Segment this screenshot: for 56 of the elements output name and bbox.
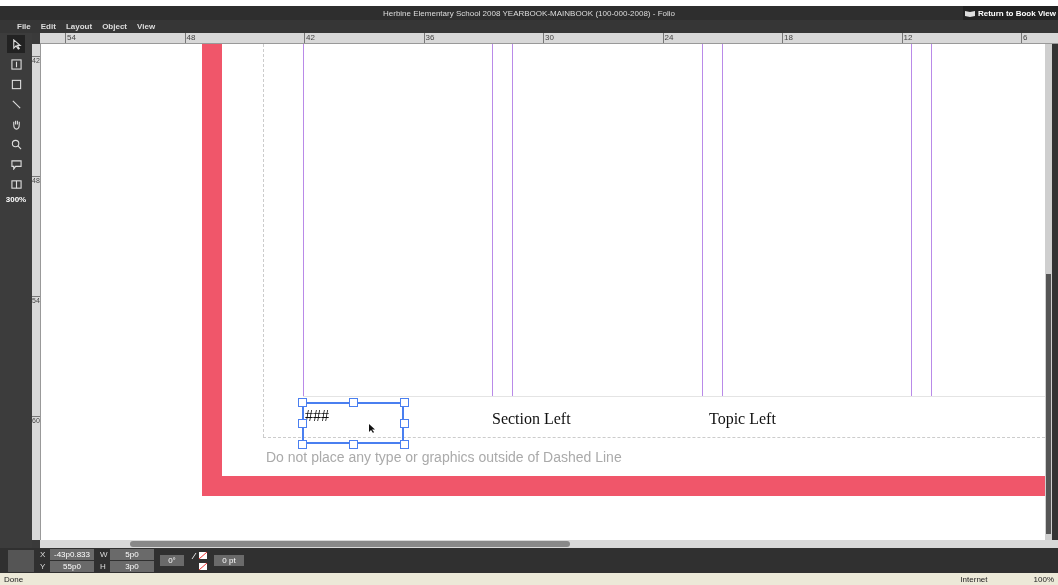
resize-handle[interactable] xyxy=(349,440,358,449)
ruler-number: 12 xyxy=(901,33,913,43)
menu-item[interactable]: File xyxy=(17,22,31,31)
vertical-scrollbar[interactable] xyxy=(1045,44,1052,540)
ruler-number: 48 xyxy=(184,33,196,43)
resize-handle[interactable] xyxy=(400,419,409,428)
section-label: Section Left xyxy=(492,410,571,428)
menu-item[interactable]: Edit xyxy=(40,22,56,31)
resize-handle[interactable] xyxy=(298,398,307,407)
zoom-level[interactable]: 300% xyxy=(5,195,27,204)
pointer-icon xyxy=(10,38,22,50)
x-field[interactable]: -43p0.833 xyxy=(50,549,94,560)
window-title: Herbine Elementary School 2008 YEARBOOK-MAINBOOK (100-000-2008) - Folio xyxy=(383,8,675,18)
menu-item[interactable]: View xyxy=(137,22,156,31)
field-label: Y xyxy=(40,562,47,571)
horizontal-scrollbar[interactable] xyxy=(40,540,1058,548)
zone-text: Internet xyxy=(960,574,988,584)
page-number-text: ### xyxy=(305,407,329,425)
field-label: W xyxy=(100,550,108,559)
ruler-number: 18 xyxy=(782,33,793,43)
search-icon xyxy=(10,138,22,150)
tool-button[interactable] xyxy=(7,35,25,53)
field-label: X xyxy=(40,550,47,559)
rectangle-icon xyxy=(10,78,22,90)
topic-label: Topic Left xyxy=(709,410,776,428)
line-icon xyxy=(10,98,22,110)
cursor-icon xyxy=(369,424,375,433)
fill-stroke-icon xyxy=(190,550,208,571)
ruler-number: 42 xyxy=(304,33,315,43)
ruler-number: 24 xyxy=(662,33,674,43)
comment-icon xyxy=(10,158,22,170)
ruler-number: 6 xyxy=(1021,33,1028,43)
y-field[interactable]: 55p0 xyxy=(50,561,94,572)
angle-field[interactable]: 0° xyxy=(160,555,184,566)
resize-handle[interactable] xyxy=(298,440,307,449)
resize-handle[interactable] xyxy=(400,398,409,407)
zoom-text[interactable]: 100% xyxy=(1033,574,1054,584)
ruler-number: 30 xyxy=(543,33,554,43)
return-button[interactable]: Return to Book View xyxy=(962,6,1058,20)
width-field[interactable]: 5p0 xyxy=(110,549,154,560)
height-field[interactable]: 3p0 xyxy=(110,561,154,572)
hand-icon xyxy=(10,118,22,130)
resize-handle[interactable] xyxy=(349,398,358,407)
ruler-number: 54 xyxy=(65,33,76,43)
stroke-field[interactable]: 0 pt xyxy=(214,555,244,566)
spread-icon xyxy=(10,178,22,190)
ruler-number: 36 xyxy=(423,33,435,43)
book-icon xyxy=(964,9,975,17)
warning-text: Do not place any type or graphics outside of Dashed Line xyxy=(266,450,622,464)
text-tool-icon xyxy=(10,58,22,70)
menu-item[interactable]: Object xyxy=(102,22,128,31)
resize-handle[interactable] xyxy=(298,419,307,428)
resize-handle[interactable] xyxy=(400,440,409,449)
field-label: H xyxy=(100,562,107,571)
menu-item[interactable]: Layout xyxy=(65,22,93,31)
status-text: Done xyxy=(4,574,25,584)
